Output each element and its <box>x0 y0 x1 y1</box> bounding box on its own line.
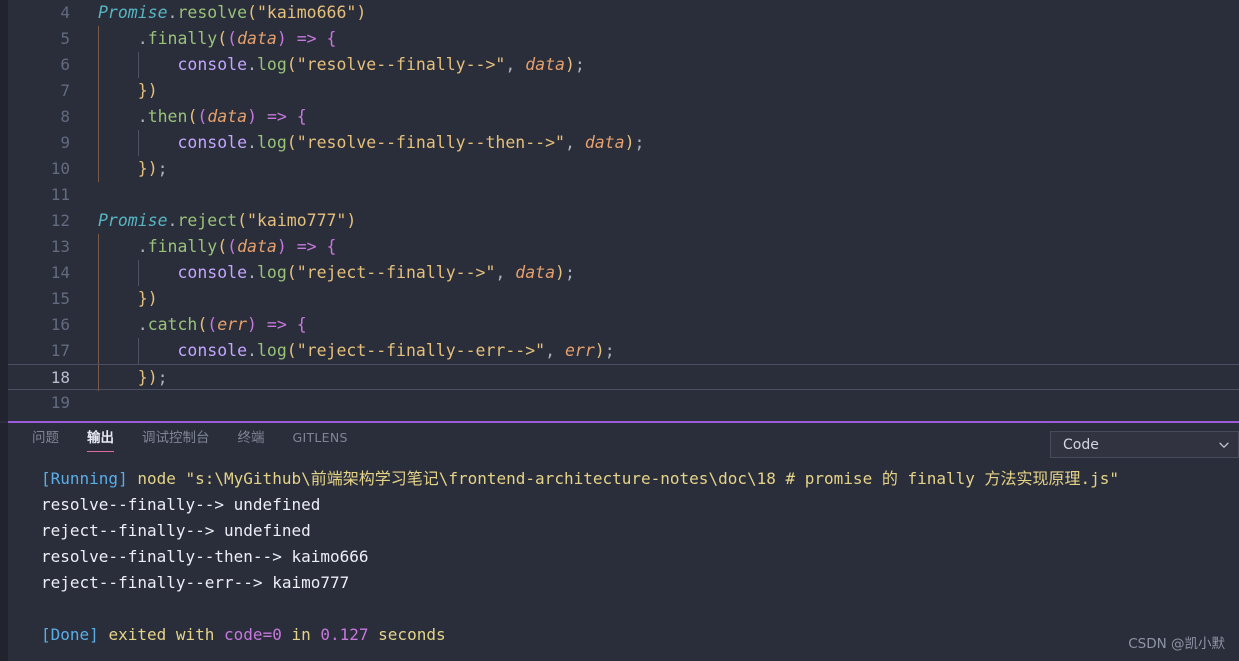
line-number: 8 <box>60 107 70 126</box>
line-number: 13 <box>50 237 70 256</box>
code-line-text: Promise.reject("kaimo777") <box>98 211 357 230</box>
code-line-text: console.log("resolve--finally-->", data)… <box>177 55 585 74</box>
code-line[interactable]: 6 console.log("resolve--finally-->", dat… <box>8 52 1239 78</box>
line-number: 6 <box>60 55 70 74</box>
panel-tab-bar: 问题 输出 调试控制台 终端 GITLENS Code <box>8 423 1239 458</box>
output-channel-select[interactable]: Code <box>1050 431 1239 458</box>
code-line-text: }) <box>137 289 158 308</box>
code-line[interactable]: 15 }) <box>8 286 1239 312</box>
code-line-text: .then((data) => { <box>137 107 307 126</box>
code-line[interactable]: 11 <box>8 182 1239 208</box>
code-line[interactable]: 8 .then((data) => { <box>8 104 1239 130</box>
output-channel-value: Code <box>1063 436 1099 453</box>
code-line-text: .finally((data) => { <box>137 237 337 256</box>
panel-tab-2[interactable]: 调试控制台 <box>142 423 210 458</box>
line-number: 7 <box>60 81 70 100</box>
panel-tab-4[interactable]: GITLENS <box>293 423 348 458</box>
code-line[interactable]: 14 console.log("reject--finally-->", dat… <box>8 260 1239 286</box>
code-line-text: }); <box>137 159 168 178</box>
line-number: 10 <box>50 159 70 178</box>
line-number: 18 <box>50 368 70 387</box>
output-line: reject--finally--> undefined <box>41 521 311 540</box>
code-editor[interactable]: 4 Promise.resolve("kaimo666") 5 .finally((… <box>8 0 1239 421</box>
code-line[interactable]: 13 .finally((data) => { <box>8 234 1239 260</box>
code-line[interactable]: 17 console.log("reject--finally--err-->"… <box>8 338 1239 364</box>
editor-left-gutter-strip <box>0 0 8 421</box>
line-number: 11 <box>50 185 70 204</box>
line-number: 16 <box>50 315 70 334</box>
panel-tab-3[interactable]: 终端 <box>238 423 265 458</box>
code-line-text: .finally((data) => { <box>137 29 337 48</box>
code-line[interactable]: 18 }); <box>8 364 1239 391</box>
line-number: 9 <box>60 133 70 152</box>
code-line-text: console.log("resolve--finally--then-->",… <box>177 133 645 152</box>
code-line-text: Promise.resolve("kaimo666") <box>98 3 367 22</box>
code-line[interactable]: 19 <box>8 390 1239 416</box>
line-number: 14 <box>50 263 70 282</box>
code-line-text: }); <box>137 368 168 387</box>
panel-tab-1[interactable]: 输出 <box>87 423 114 458</box>
output-line: [Running] node "s:\MyGithub\前端架构学习笔记\fro… <box>41 469 1120 488</box>
bottom-panel: 问题 输出 调试控制台 终端 GITLENS Code [Running] node "… <box>8 423 1239 661</box>
code-line-text: }) <box>137 81 158 100</box>
chevron-down-icon <box>1219 442 1229 448</box>
code-line-text: .catch((err) => { <box>137 315 307 334</box>
code-line[interactable]: 16 .catch((err) => { <box>8 312 1239 338</box>
output-line: [Done] exited with code=0 in 0.127 secon… <box>41 625 446 644</box>
code-line-text: console.log("reject--finally-->", data); <box>177 263 575 282</box>
code-line-text: console.log("reject--finally--err-->", e… <box>177 341 615 360</box>
line-number: 5 <box>60 29 70 48</box>
code-line[interactable]: 4 Promise.resolve("kaimo666") <box>8 0 1239 26</box>
code-line[interactable]: 12 Promise.reject("kaimo777") <box>8 208 1239 234</box>
code-line[interactable]: 7 }) <box>8 78 1239 104</box>
code-line[interactable]: 10 }); <box>8 156 1239 182</box>
output-console[interactable]: [Running] node "s:\MyGithub\前端架构学习笔记\fro… <box>8 458 1239 648</box>
code-line[interactable]: 9 console.log("resolve--finally--then-->… <box>8 130 1239 156</box>
vscode-window: 4 Promise.resolve("kaimo666") 5 .finally((… <box>0 0 1239 661</box>
line-number: 12 <box>50 211 70 230</box>
output-line: resolve--finally--> undefined <box>41 495 321 514</box>
panel-left-gutter-strip <box>0 423 8 661</box>
line-number: 17 <box>50 341 70 360</box>
panel-tab-0[interactable]: 问题 <box>32 423 59 458</box>
output-line: reject--finally--err--> kaimo777 <box>41 573 350 592</box>
line-number: 19 <box>50 393 70 412</box>
output-line: resolve--finally--then--> kaimo666 <box>41 547 369 566</box>
line-number: 15 <box>50 289 70 308</box>
code-line[interactable]: 5 .finally((data) => { <box>8 26 1239 52</box>
line-number: 4 <box>60 3 70 22</box>
